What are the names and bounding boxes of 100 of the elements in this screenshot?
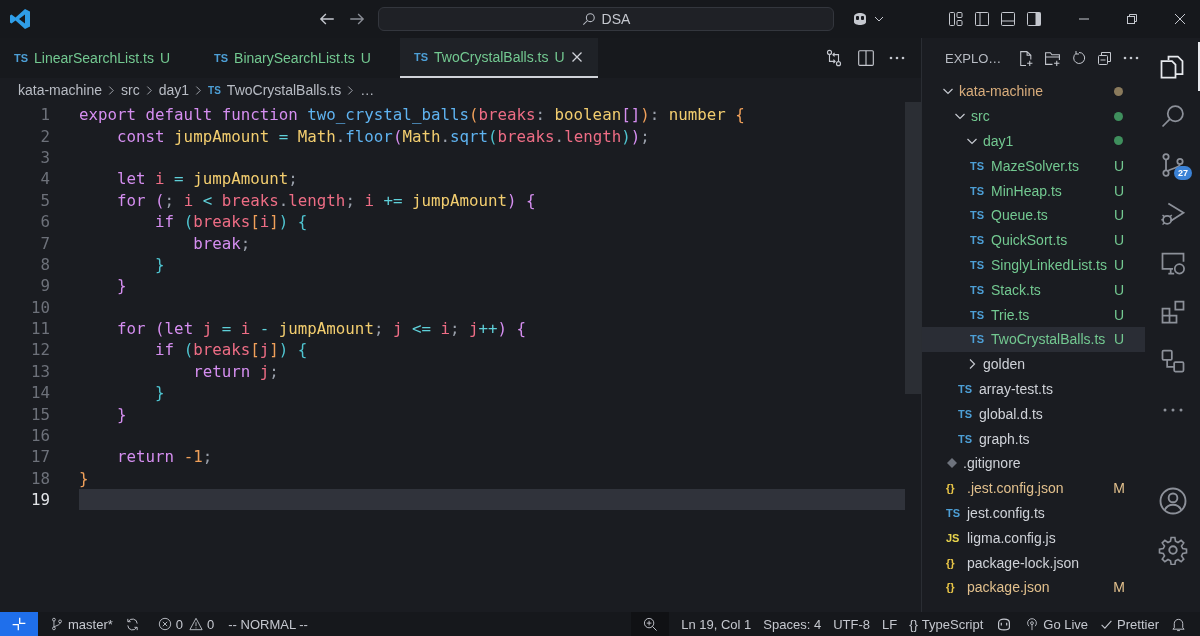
new-file-icon[interactable] — [1017, 49, 1035, 67]
secondary-sidebar-icon[interactable] — [1026, 11, 1042, 27]
tree-item[interactable]: kata-machine — [959, 83, 1109, 100]
more-icon[interactable] — [1123, 56, 1140, 60]
close-icon[interactable] — [1174, 13, 1186, 25]
tree-item[interactable]: ligma.config.js — [967, 529, 1125, 546]
more-icon[interactable] — [889, 56, 905, 60]
tree-item[interactable]: golden — [983, 356, 1125, 373]
tree-item[interactable]: graph.ts — [979, 430, 1125, 447]
tree-item[interactable]: package.json — [967, 579, 1108, 596]
tree-item[interactable]: package-lock.json — [967, 554, 1125, 571]
file-type-icon: TS — [970, 308, 986, 321]
file-type-icon: TS — [970, 333, 986, 346]
git-status: U — [1113, 256, 1125, 273]
tree-item[interactable]: .jest.config.json — [967, 480, 1108, 497]
file-type-icon: {} — [946, 581, 962, 594]
code-line: return j; — [192, 361, 279, 381]
language-mode[interactable]: TypeScript — [921, 616, 984, 632]
chevron-down-icon[interactable] — [874, 14, 884, 24]
line-number: 1 — [39, 105, 50, 125]
collapse-all-icon[interactable] — [1097, 50, 1114, 66]
tree-item[interactable]: MazeSolver.ts — [991, 157, 1108, 174]
code-line: return -1; — [116, 447, 213, 467]
tree-item[interactable]: Stack.ts — [991, 281, 1108, 298]
tree-item[interactable]: TwoCrystalBalls.ts — [991, 331, 1108, 348]
breadcrumb[interactable]: TwoCrystalBalls.ts — [226, 82, 342, 98]
file-type-icon: TS — [970, 159, 986, 172]
account-icon[interactable] — [1157, 485, 1188, 516]
tree-item[interactable]: day1 — [983, 133, 1109, 149]
code-line: for (; i < breaks.length; i += jumpAmount) { — [116, 190, 536, 210]
command-center[interactable]: DSA — [378, 7, 834, 31]
editor-tab[interactable]: TS BinarySearchList.ts U — [200, 38, 400, 78]
layout-icon[interactable] — [948, 11, 964, 27]
refresh-icon[interactable] — [1071, 50, 1088, 66]
problems-status[interactable]: 0 0 — [157, 616, 217, 632]
line-number: 17 — [29, 447, 50, 467]
file-type-icon: TS — [970, 234, 986, 247]
zoom-button[interactable] — [631, 612, 670, 636]
editor-tab[interactable]: TS LinearSearchList.ts U — [0, 38, 200, 78]
go-live-button[interactable]: Go Live — [1025, 616, 1089, 632]
line-number: 8 — [39, 254, 50, 274]
line-number: 5 — [39, 190, 50, 210]
more-icon[interactable] — [1161, 407, 1184, 412]
line-number: 3 — [39, 147, 50, 167]
chevron-right-icon — [195, 84, 203, 96]
code-line: } — [116, 276, 127, 296]
breadcrumb[interactable]: kata-machine — [18, 82, 103, 98]
file-type-icon: {} — [946, 482, 962, 495]
editor-tab[interactable]: TS TwoCrystalBalls.ts U — [400, 38, 598, 78]
new-folder-icon[interactable] — [1044, 49, 1062, 67]
tree-item[interactable]: global.d.ts — [979, 405, 1125, 422]
warning-icon — [189, 617, 204, 631]
tree-item[interactable]: SinglyLinkedList.ts — [991, 256, 1108, 273]
prettier-status[interactable]: Prettier — [1100, 616, 1159, 632]
typescript-file-icon: TS — [14, 52, 29, 64]
code-line: } — [154, 383, 165, 403]
encoding-status[interactable]: UTF-8 — [833, 616, 870, 632]
line-number: 19 — [29, 490, 50, 510]
settings-icon[interactable] — [1157, 534, 1188, 565]
split-editor-icon[interactable] — [857, 49, 875, 67]
line-ending-status[interactable]: LF — [882, 616, 898, 632]
explorer-title: EXPLO… — [945, 50, 1002, 66]
tree-item[interactable]: .gitignore — [963, 455, 1125, 472]
git-status: M — [1113, 579, 1125, 596]
breadcrumb[interactable]: day1 — [158, 82, 190, 98]
braces-icon: {} — [909, 616, 918, 632]
tree-item[interactable]: Trie.ts — [991, 306, 1108, 323]
restore-icon[interactable] — [1126, 13, 1138, 25]
file-type-icon: JS — [946, 531, 962, 544]
file-type-icon: TS — [958, 432, 974, 445]
file-type-icon: TS — [970, 258, 986, 271]
indentation-status[interactable]: Spaces: 4 — [763, 616, 822, 632]
git-status: U — [1113, 232, 1125, 249]
breadcrumb[interactable]: … — [360, 82, 375, 98]
file-type-icon: TS — [970, 209, 986, 222]
close-icon[interactable] — [570, 51, 583, 63]
sidebar-toggle-icon[interactable] — [974, 11, 990, 27]
compare-changes-icon[interactable] — [825, 49, 843, 67]
git-status: U — [1113, 331, 1125, 348]
tree-item[interactable]: src — [971, 108, 1109, 125]
panel-toggle-icon[interactable] — [1000, 11, 1016, 27]
tree-item[interactable]: QuickSort.ts — [991, 232, 1108, 249]
line-number: 14 — [29, 383, 50, 403]
branch-status[interactable]: master* — [50, 616, 113, 632]
tree-item[interactable]: Queue.ts — [991, 207, 1108, 224]
line-number: 13 — [29, 361, 50, 381]
remote-button[interactable] — [0, 612, 38, 636]
file-type-icon: TS — [958, 382, 974, 395]
notifications-icon[interactable] — [1171, 616, 1186, 632]
sync-icon[interactable] — [124, 616, 140, 632]
cursor-position[interactable]: Ln 19, Col 1 — [681, 616, 752, 632]
code-line: const jumpAmount = Math.floor(Math.sqrt(breaks.length)); — [116, 126, 650, 146]
tree-item[interactable]: MinHeap.ts — [991, 182, 1108, 199]
breadcrumb[interactable]: src — [121, 82, 140, 98]
tree-item[interactable]: array-test.ts — [979, 380, 1125, 397]
line-number: 16 — [29, 426, 50, 446]
code-line: } — [79, 468, 89, 488]
app-logo-icon[interactable] — [8, 7, 32, 31]
line-number: 12 — [29, 340, 50, 360]
tree-item[interactable]: jest.config.ts — [967, 504, 1125, 521]
